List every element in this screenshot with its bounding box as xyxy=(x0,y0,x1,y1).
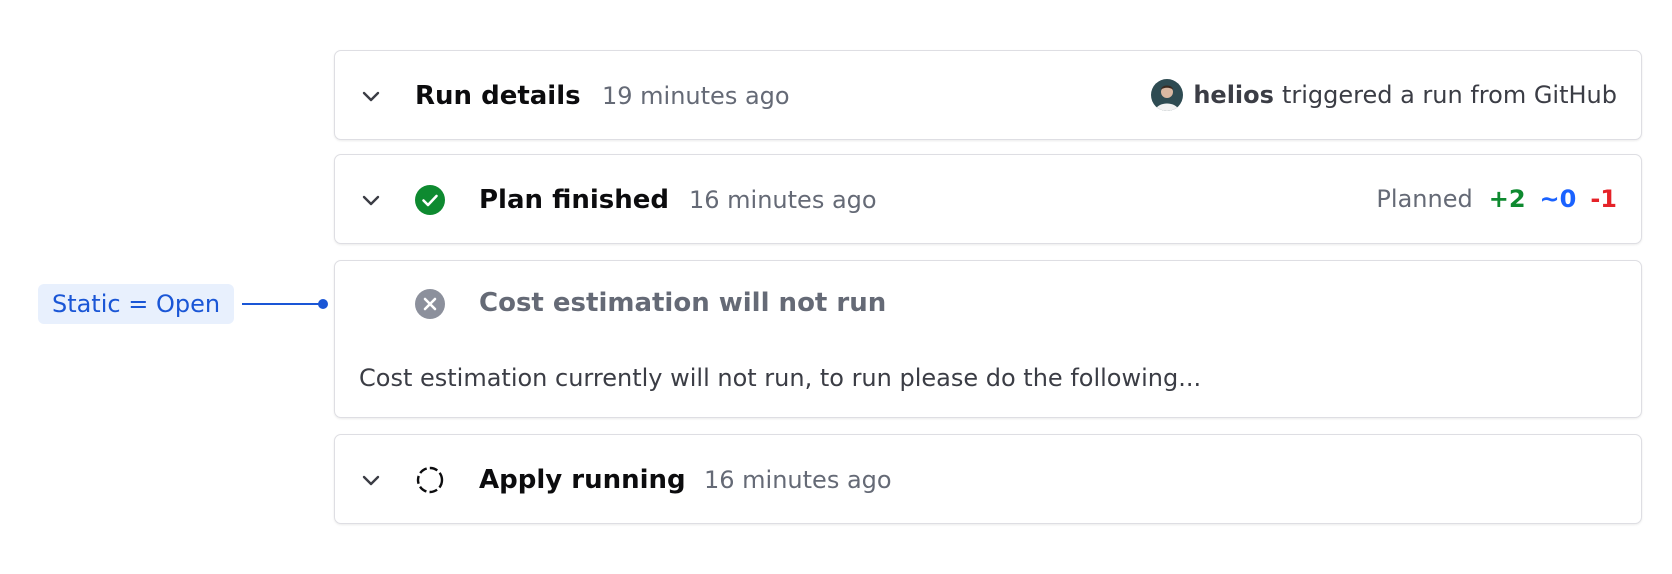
run-details-title: Run details xyxy=(415,81,581,111)
chevron-down-icon[interactable] xyxy=(359,188,383,212)
annotation-connector-line xyxy=(242,303,322,305)
avatar xyxy=(1151,79,1184,111)
apply-title: Apply running xyxy=(479,465,686,495)
run-trigger-text: triggered a run from GitHub xyxy=(1281,81,1617,109)
loading-icon xyxy=(415,465,445,495)
check-circle-icon xyxy=(415,185,445,215)
cost-estimation-card: Cost estimation will not run Cost estima… xyxy=(334,260,1642,418)
cost-body-text: Cost estimation currently will not run, … xyxy=(359,364,1202,392)
chevron-down-icon[interactable] xyxy=(359,468,383,492)
plan-add-count: +2 xyxy=(1488,185,1526,213)
apply-card: Apply running 16 minutes ago xyxy=(334,434,1642,524)
annotation-connector-dot xyxy=(318,299,328,309)
apply-time: 16 minutes ago xyxy=(704,466,892,494)
plan-title: Plan finished xyxy=(479,185,669,215)
run-user[interactable]: helios xyxy=(1193,81,1274,109)
x-circle-icon xyxy=(415,289,445,319)
plan-destroy-count: -1 xyxy=(1590,185,1617,213)
plan-change-count: ~0 xyxy=(1539,185,1577,213)
state-annotation-label: Static = Open xyxy=(38,284,234,324)
run-details-card: Run details 19 minutes ago helios trigge… xyxy=(334,50,1642,140)
cost-title: Cost estimation will not run xyxy=(479,288,887,318)
plan-card: Plan finished 16 minutes ago Planned +2 … xyxy=(334,154,1642,244)
chevron-down-icon[interactable] xyxy=(359,84,383,108)
plan-time: 16 minutes ago xyxy=(689,186,877,214)
planned-label: Planned xyxy=(1376,185,1473,213)
run-details-time: 19 minutes ago xyxy=(602,82,790,110)
